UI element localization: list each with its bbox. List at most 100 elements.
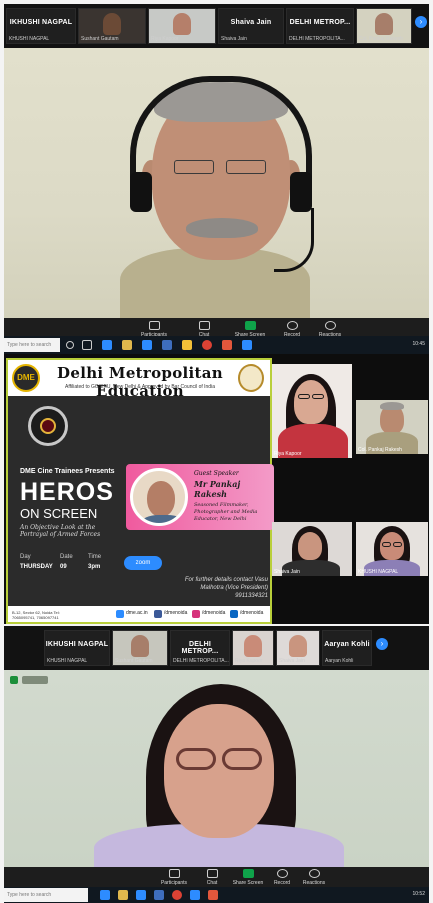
dropbox-icon[interactable] bbox=[154, 890, 164, 900]
zoom-logo: zoom bbox=[124, 556, 162, 570]
view-options-tab[interactable] bbox=[22, 676, 48, 684]
participant-face bbox=[294, 380, 328, 424]
next-page-icon[interactable]: › bbox=[415, 16, 427, 28]
active-speaker-video bbox=[4, 670, 429, 884]
file-explorer-icon[interactable] bbox=[122, 340, 132, 350]
event-date: Date 09 bbox=[60, 554, 73, 570]
participant-video bbox=[289, 635, 307, 657]
guest-speaker-role: Seasoned Filmmaker, Photographer and Med… bbox=[194, 502, 258, 522]
app-icon[interactable] bbox=[208, 890, 218, 900]
share-screen-icon bbox=[242, 869, 254, 878]
gallery-tile[interactable]: Riya Kapoor bbox=[272, 364, 352, 458]
cortana-icon[interactable] bbox=[66, 341, 74, 349]
participant-thumb[interactable]: IKHUSHI NAGPAL KHUSHI NAGPAL bbox=[6, 8, 76, 44]
record-icon bbox=[286, 321, 298, 330]
instagram-handle: /dmenoida bbox=[192, 610, 225, 618]
participant-thumb[interactable]: Riya Kapoor bbox=[232, 630, 274, 666]
participant-thumb[interactable]: Col. Pankaj Rakesh bbox=[356, 8, 412, 44]
chat-button[interactable]: Chat bbox=[192, 869, 232, 886]
participant-label: Shaiva Jain bbox=[279, 658, 305, 664]
dropbox-icon[interactable] bbox=[162, 340, 172, 350]
contact-text: For further details contact Vasu Malhotr… bbox=[184, 577, 268, 599]
participant-thumb[interactable]: Riya Kapoor bbox=[148, 8, 216, 44]
guest-speaker-label: Guest Speaker bbox=[194, 470, 239, 477]
gallery-tile[interactable]: Col. Pankaj Rakesh bbox=[356, 400, 428, 454]
chrome-icon[interactable] bbox=[202, 340, 212, 350]
participant-label: Sushant Gautam bbox=[81, 36, 119, 42]
participant-video bbox=[244, 635, 262, 657]
participant-label: Riya Kapoor bbox=[151, 36, 179, 42]
store-icon[interactable] bbox=[136, 890, 146, 900]
participant-label: Shaiva Jain bbox=[221, 36, 247, 42]
event-subtitle: ON SCREEN bbox=[20, 506, 98, 521]
participant-strip: IKHUSHI NAGPAL KHUSHI NAGPAL Sushant Gau… bbox=[4, 4, 429, 48]
gallery-tile[interactable]: KHUSHI NAGPAL bbox=[356, 522, 428, 576]
participant-thumb[interactable]: Shaiva Jain Shaiva Jain bbox=[218, 8, 284, 44]
edge-icon[interactable] bbox=[102, 340, 112, 350]
participant-thumb[interactable]: IKHUSHI NAGPAL KHUSHI NAGPAL bbox=[44, 630, 110, 666]
dme-logo: DME bbox=[12, 364, 40, 392]
participant-label: Col. Pankaj Rakesh bbox=[359, 36, 403, 42]
edge-icon[interactable] bbox=[100, 890, 110, 900]
reactions-button[interactable]: Reactions bbox=[294, 869, 334, 886]
headset-cup bbox=[130, 172, 152, 212]
guest-speaker-band: Guest Speaker Mr Pankaj Rakesh Seasoned … bbox=[126, 464, 274, 530]
active-speaker-video bbox=[4, 48, 429, 328]
participant-label: KHUSHI NAGPAL bbox=[9, 36, 50, 42]
zoom-app-icon[interactable] bbox=[242, 340, 252, 350]
participant-face bbox=[298, 532, 322, 560]
crest-emblem bbox=[238, 364, 264, 392]
participant-thumb[interactable]: DELHI METROP... DELHI METROPOLITA... bbox=[286, 8, 354, 44]
participant-thumb[interactable]: Aaryan Kohli Aaryan Kohli bbox=[322, 630, 372, 666]
participant-thumb[interactable]: Sushant Gautam bbox=[78, 8, 146, 44]
headset-mic bbox=[274, 208, 314, 272]
participant-thumb[interactable]: Shaiva Jain bbox=[276, 630, 320, 666]
tile-name: Col. Pankaj Rakesh bbox=[358, 447, 402, 453]
participant-label: DELHI METROPOLITA... bbox=[289, 36, 345, 42]
taskbar-search[interactable]: Type here to search bbox=[4, 338, 60, 352]
website-link: dme.ac.in bbox=[116, 610, 148, 618]
event-time: Time 3pm bbox=[88, 554, 102, 570]
participant-thumb[interactable]: Sushant Gautam bbox=[112, 630, 168, 666]
app-icon[interactable] bbox=[222, 340, 232, 350]
meeting-window-top: IKHUSHI NAGPAL KHUSHI NAGPAL Sushant Gau… bbox=[4, 4, 429, 354]
chrome-icon[interactable] bbox=[172, 890, 182, 900]
meeting-window-bottom: IKHUSHI NAGPAL KHUSHI NAGPAL Sushant Gau… bbox=[4, 626, 429, 903]
participant-thumb[interactable]: DELHI METROP... DELHI METROPOLITA... bbox=[170, 630, 230, 666]
task-view-icon[interactable] bbox=[82, 340, 92, 350]
zoom-app-icon[interactable] bbox=[190, 890, 200, 900]
participant-label: DELHI METROPOLITA... bbox=[173, 658, 229, 664]
share-screen-icon bbox=[244, 321, 256, 330]
participant-video bbox=[131, 635, 149, 657]
taskbar-search[interactable]: Type here to search bbox=[4, 888, 88, 902]
presents-text: DME Cine Trainees Presents bbox=[20, 468, 115, 475]
file-explorer-icon[interactable] bbox=[118, 890, 128, 900]
participant-strip: IKHUSHI NAGPAL KHUSHI NAGPAL Sushant Gau… bbox=[4, 626, 429, 670]
reactions-icon bbox=[308, 869, 320, 878]
participant-label: Sushant Gautam bbox=[115, 658, 153, 664]
participants-icon bbox=[148, 321, 160, 330]
linkedin-handle: /dmenoida bbox=[230, 610, 263, 618]
cine-trainees-logo bbox=[28, 406, 68, 446]
tile-name: KHUSHI NAGPAL bbox=[358, 569, 399, 575]
participant-name: Aaryan Kohli bbox=[324, 641, 370, 648]
event-poster: DME Delhi Metropolitan Education Affilia… bbox=[6, 358, 274, 624]
guest-speaker-details: Guest Speaker Mr Pankaj Rakesh Seasoned … bbox=[194, 470, 272, 523]
participant-name: IKHUSHI NAGPAL bbox=[45, 641, 109, 648]
view-options-icon[interactable] bbox=[10, 676, 18, 684]
windows-taskbar: Type here to search 10:45 bbox=[4, 336, 429, 354]
speaker-face bbox=[164, 704, 274, 838]
taskbar-clock: 10:52 bbox=[412, 891, 425, 897]
participant-label: Aaryan Kohli bbox=[325, 658, 354, 664]
address-text: B-12, Sector 62, Noida Tel: 7065095741, … bbox=[12, 610, 60, 620]
app-icon[interactable] bbox=[182, 340, 192, 350]
next-page-icon[interactable]: › bbox=[376, 638, 388, 650]
tile-name: Riya Kapoor bbox=[274, 451, 302, 457]
windows-taskbar: Type here to search 10:52 bbox=[4, 887, 429, 903]
store-icon[interactable] bbox=[142, 340, 152, 350]
gallery-tile[interactable]: Shaiva Jain bbox=[272, 522, 352, 576]
guest-speaker-name: Mr Pankaj Rakesh bbox=[194, 479, 241, 499]
headset-cup bbox=[290, 172, 312, 212]
reactions-icon bbox=[324, 321, 336, 330]
participants-button[interactable]: Participants bbox=[154, 869, 194, 886]
